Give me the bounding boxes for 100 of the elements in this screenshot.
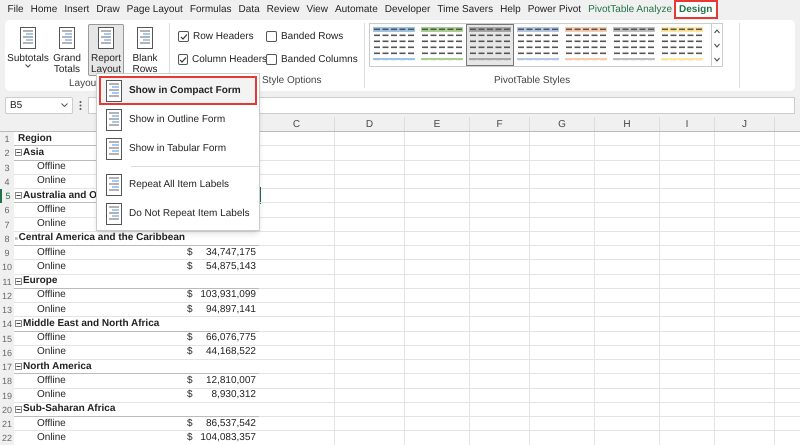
row-label: Middle East and North Africa <box>23 316 160 331</box>
row-number: 10 <box>0 260 14 274</box>
menu-item[interactable]: Show in Compact Form <box>99 76 257 105</box>
grid-cell <box>595 360 660 374</box>
column-header[interactable]: F <box>470 117 530 131</box>
grid-cell <box>715 260 775 274</box>
grid-cell <box>660 332 715 346</box>
grid-cell <box>715 346 775 360</box>
grid-cell <box>405 232 470 246</box>
grid-cell <box>470 303 530 318</box>
grid-cell <box>405 374 470 388</box>
ribbon-tab[interactable]: View <box>302 2 332 17</box>
ribbon-button[interactable]: Subtotals <box>10 24 46 76</box>
ribbon-tab[interactable]: Automate <box>331 2 382 17</box>
ribbon-tab[interactable]: Help <box>496 2 524 17</box>
grid-cell <box>470 388 530 403</box>
table-layout-icon <box>98 27 114 49</box>
layout-form-icon <box>106 174 122 196</box>
grid-cell <box>660 174 715 189</box>
grid-cell <box>405 174 470 189</box>
menu-item[interactable]: Show in Outline Form <box>99 105 257 134</box>
ribbon-tab[interactable]: Developer <box>381 2 434 17</box>
ribbon-tab[interactable]: Data <box>235 2 264 17</box>
grid-cell <box>660 232 715 246</box>
collapse-icon <box>15 234 18 242</box>
grid-cell <box>715 146 775 160</box>
column-header[interactable]: D <box>335 117 405 131</box>
ribbon-tab[interactable]: Formulas <box>186 2 236 17</box>
checkbox[interactable] <box>178 31 189 42</box>
grid-cell <box>595 203 660 218</box>
table-cell: 54,875,143 <box>206 260 256 274</box>
table-cell: $ <box>187 331 193 346</box>
ribbon-tab[interactable]: Time Savers <box>434 2 497 17</box>
column-header[interactable]: J <box>715 117 775 131</box>
layout-form-icon <box>106 108 122 130</box>
table-cell: Online <box>37 174 66 188</box>
ribbon-tab[interactable]: Home <box>27 2 61 17</box>
ribbon-tab[interactable]: Page Layout <box>123 2 186 17</box>
caret-icon <box>25 64 31 68</box>
ribbon-button[interactable]: Grand Totals <box>49 24 85 76</box>
ribbon-tab[interactable]: Insert <box>60 2 93 17</box>
row-number: 4 <box>0 174 14 189</box>
table-cell: 66,076,775 <box>206 331 256 346</box>
column-header[interactable]: G <box>530 117 595 131</box>
menu-item[interactable]: Do Not Repeat Item Labels <box>99 199 257 228</box>
checkbox-label: Banded Columns <box>281 53 358 67</box>
grid-cell <box>715 160 775 175</box>
ribbon-button[interactable]: Report Layout <box>88 24 124 76</box>
grid-cell <box>335 218 405 232</box>
name-box[interactable]: B5 <box>5 96 73 114</box>
collapse-icon <box>15 149 22 156</box>
grid-cell <box>405 274 470 289</box>
grid-cell <box>335 274 405 289</box>
grid-cell <box>660 246 715 260</box>
column-header[interactable]: I <box>660 117 715 131</box>
column-header[interactable]: H <box>595 117 660 131</box>
grid-cell <box>335 332 405 346</box>
grid-cell <box>470 232 530 246</box>
grid-cell <box>470 146 530 160</box>
column-header[interactable]: E <box>405 117 470 131</box>
grid-cell <box>595 288 660 303</box>
grid-cell <box>405 146 470 160</box>
grid-cell <box>660 203 715 218</box>
row-number: 19 <box>0 388 14 403</box>
table-cell: 104,083,357 <box>200 430 256 445</box>
grid-cell <box>405 189 470 204</box>
grid-cell <box>405 218 470 232</box>
ribbon-tab[interactable]: Power Pivot <box>524 2 585 17</box>
table-cell: 94,897,141 <box>206 302 256 317</box>
table-cell: Offline <box>37 331 66 346</box>
grid-cell <box>530 232 595 246</box>
row-number: 22 <box>0 431 14 445</box>
group-label: Layou <box>69 77 96 91</box>
table-cell: $ <box>187 288 193 302</box>
grid-cell <box>405 246 470 260</box>
menu-item[interactable]: Repeat All Item Labels <box>99 170 257 199</box>
check-icon <box>179 56 187 64</box>
grid-cell <box>335 388 405 403</box>
group-label: Style Options <box>262 74 322 88</box>
checkbox[interactable] <box>266 31 277 42</box>
menu-item[interactable]: Show in Tabular Form <box>99 134 257 163</box>
ribbon-tab[interactable]: Review <box>263 2 303 17</box>
grid-cell <box>335 303 405 318</box>
grid-cell <box>530 303 595 318</box>
table-cell: Online <box>37 430 66 445</box>
grid-cell <box>660 288 715 303</box>
grid-cell <box>335 260 405 274</box>
table-layout-icon <box>20 27 36 49</box>
checkbox[interactable] <box>266 54 277 65</box>
more-icon <box>79 100 82 110</box>
grid-cell <box>660 402 715 417</box>
table-style-swatch[interactable] <box>466 24 514 66</box>
ribbon-tab[interactable]: PivotTable Analyze <box>584 2 676 17</box>
grid-cell <box>530 160 595 175</box>
grid-cell <box>530 174 595 189</box>
checkbox[interactable] <box>178 54 188 65</box>
grid-cell <box>715 402 775 417</box>
ribbon-tab[interactable]: File <box>4 2 28 17</box>
ribbon-tab[interactable]: Draw <box>92 2 124 17</box>
ribbon-tab[interactable]: Design <box>676 2 716 17</box>
